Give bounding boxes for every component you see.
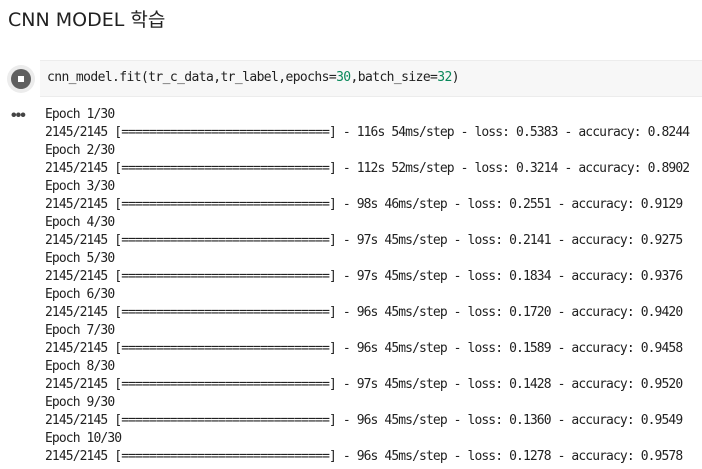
epoch-progress-line: 2145/2145 [=============================… (45, 125, 690, 140)
epoch-progress-line: 2145/2145 [=============================… (45, 161, 690, 176)
epochs-value: 30 (336, 70, 351, 85)
code-line: cnn_model.fit(tr_c_data,tr_label,epochs=… (47, 70, 460, 85)
section-title: CNN MODEL 학습 (8, 9, 166, 31)
epoch-header-line: Epoch 5/30 (45, 251, 115, 266)
code-suffix: ) (451, 70, 460, 85)
more-horiz-icon[interactable]: ••• (11, 108, 26, 124)
epoch-progress-line: 2145/2145 [=============================… (45, 341, 683, 356)
epoch-header-line: Epoch 9/30 (45, 395, 115, 410)
epoch-header-line: Epoch 3/30 (45, 179, 115, 194)
stop-circle-icon (11, 69, 31, 89)
run-cell-button[interactable] (7, 65, 35, 93)
epoch-progress-line: 2145/2145 [=============================… (45, 233, 683, 248)
epoch-header-line: Epoch 6/30 (45, 287, 115, 302)
epoch-progress-line: 2145/2145 [=============================… (45, 269, 683, 284)
epoch-progress-line: 2145/2145 [=============================… (45, 305, 683, 320)
epoch-progress-line: 2145/2145 [=============================… (45, 197, 683, 212)
epoch-header-line: Epoch 1/30 (45, 107, 115, 122)
epoch-header-line: Epoch 4/30 (45, 215, 115, 230)
code-middle: ,batch_size= (350, 70, 438, 85)
output-text: Epoch 1/30 2145/2145 [===================… (45, 106, 702, 466)
epoch-header-line: Epoch 10/30 (45, 431, 122, 446)
code-editor[interactable]: cnn_model.fit(tr_c_data,tr_label,epochs=… (40, 60, 702, 97)
code-prefix: cnn_model.fit(tr_c_data,tr_label,epochs= (47, 70, 337, 85)
epoch-header-line: Epoch 2/30 (45, 143, 115, 158)
epoch-progress-line: 2145/2145 [=============================… (45, 449, 683, 464)
epoch-header-line: Epoch 7/30 (45, 323, 115, 338)
epoch-progress-line: 2145/2145 [=============================… (45, 413, 683, 428)
batch-size-value: 32 (437, 70, 452, 85)
stop-square-glyph (18, 76, 24, 82)
epoch-header-line: Epoch 8/30 (45, 359, 115, 374)
code-cell: cnn_model.fit(tr_c_data,tr_label,epochs=… (0, 58, 702, 98)
cell-output: ••• Epoch 1/30 2145/2145 [===============… (0, 100, 702, 469)
epoch-progress-line: 2145/2145 [=============================… (45, 377, 683, 392)
